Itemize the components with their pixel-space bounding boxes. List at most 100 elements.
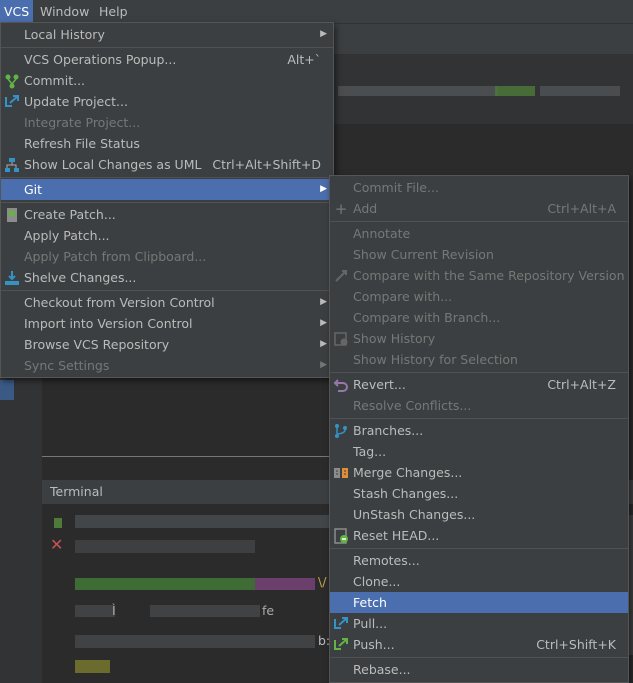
menu-item-compare-with[interactable]: Compare with... (330, 286, 628, 307)
terminal-fragment: \/ (318, 574, 327, 589)
add-icon: + (334, 200, 348, 218)
close-icon[interactable]: ✕ (50, 535, 63, 554)
menu-item-pull[interactable]: Pull... (330, 613, 628, 634)
menu-item-push[interactable]: Push... Ctrl+Shift+K (330, 634, 628, 655)
menu-item-reset-head[interactable]: Reset HEAD... (330, 525, 628, 546)
menu-bar: VCS Window Help (0, 0, 633, 24)
menu-item-label: Branches... (353, 423, 424, 438)
menu-item-label: Compare with the Same Repository Version (353, 268, 625, 283)
menu-item-apply-patch[interactable]: Apply Patch... (1, 225, 333, 246)
terminal-title: Terminal (50, 484, 103, 499)
menu-item-tag[interactable]: Tag... (330, 441, 628, 462)
menu-item-rebase[interactable]: Rebase... (330, 659, 628, 680)
menu-item-import[interactable]: Import into Version Control ▶ (1, 313, 333, 334)
menu-item-label: Integrate Project... (24, 115, 141, 130)
separator (1, 177, 333, 178)
menu-item-label: Browse VCS Repository (24, 337, 170, 352)
menu-item-branches[interactable]: Branches... (330, 420, 628, 441)
blurred-text (75, 605, 115, 617)
run-icon[interactable] (54, 518, 62, 528)
menu-item-label: Rebase... (353, 662, 411, 677)
menu-item-show-current-revision[interactable]: Show Current Revision (330, 244, 628, 265)
menu-item-clone[interactable]: Clone... (330, 571, 628, 592)
menu-item-revert[interactable]: Revert... Ctrl+Alt+Z (330, 374, 628, 395)
blurred-text (75, 578, 255, 590)
menu-item-local-history[interactable]: Local History ▶ (1, 24, 333, 45)
blurred-text (75, 540, 255, 553)
menu-item-checkout[interactable]: Checkout from Version Control ▶ (1, 292, 333, 313)
menu-item-label: Tag... (353, 444, 387, 459)
menu-vcs[interactable]: VCS (0, 0, 34, 23)
menu-item-unstash-changes[interactable]: UnStash Changes... (330, 504, 628, 525)
menu-item-label: Show Local Changes as UML (24, 157, 202, 172)
menu-item-label: Pull... (353, 616, 388, 631)
menu-item-label: Update Project... (24, 94, 128, 109)
submenu-arrow-icon: ▶ (320, 339, 327, 349)
submenu-arrow-icon: ▶ (320, 360, 327, 370)
menu-item-apply-patch-clipboard[interactable]: Apply Patch from Clipboard... (1, 246, 333, 267)
menu-item-show-history[interactable]: Show History (330, 328, 628, 349)
menu-item-update-project[interactable]: Update Project... (1, 91, 333, 112)
divider (42, 456, 330, 457)
menu-item-add[interactable]: + Add Ctrl+Alt+A (330, 198, 628, 219)
update-icon (5, 95, 19, 107)
menu-item-git[interactable]: Git ▶ (1, 179, 333, 200)
toolbar-strip (330, 24, 633, 54)
blurred-text (75, 635, 315, 648)
menu-item-commit-file[interactable]: Commit File... (330, 177, 628, 198)
menu-item-show-local-changes-uml[interactable]: Show Local Changes as UML Ctrl+Alt+Shift… (1, 154, 333, 175)
menu-item-vcs-operations-popup[interactable]: VCS Operations Popup... Alt+` (1, 49, 333, 70)
shortcut: Ctrl+Shift+K (536, 637, 616, 652)
left-gutter (0, 376, 42, 683)
menu-item-label: Git (24, 182, 43, 197)
separator (330, 657, 628, 658)
menu-item-label: Revert... (353, 377, 406, 392)
menu-item-label: Apply Patch from Clipboard... (24, 249, 207, 264)
menu-item-label: Refresh File Status (24, 136, 140, 151)
blurred-text (255, 578, 315, 590)
menu-item-label: Resolve Conflicts... (353, 398, 472, 413)
menu-item-label: UnStash Changes... (353, 507, 476, 522)
menu-item-annotate[interactable]: Annotate (330, 223, 628, 244)
separator (1, 202, 333, 203)
menu-item-label: Stash Changes... (353, 486, 459, 501)
blurred-text (150, 605, 260, 617)
menu-item-label: Create Patch... (24, 207, 116, 222)
menu-item-browse-repo[interactable]: Browse VCS Repository ▶ (1, 334, 333, 355)
menu-item-label: VCS Operations Popup... (24, 52, 177, 67)
menu-item-label: Clone... (353, 574, 401, 589)
menu-item-commit[interactable]: Commit... (1, 70, 333, 91)
menu-item-refresh-file-status[interactable]: Refresh File Status (1, 133, 333, 154)
menu-item-label: Compare with... (353, 289, 453, 304)
menu-item-resolve-conflicts[interactable]: Resolve Conflicts... (330, 395, 628, 416)
menu-item-compare-branch[interactable]: Compare with Branch... (330, 307, 628, 328)
menu-item-remotes[interactable]: Remotes... (330, 550, 628, 571)
menu-item-show-history-selection[interactable]: Show History for Selection (330, 349, 628, 370)
menu-item-fetch[interactable]: Fetch (330, 592, 628, 613)
push-icon (334, 638, 348, 650)
gutter-marker (0, 380, 14, 400)
menu-item-label: Commit... (24, 73, 86, 88)
menu-item-shelve-changes[interactable]: Shelve Changes... (1, 267, 333, 288)
reset-icon (334, 528, 348, 544)
menu-item-stash-changes[interactable]: Stash Changes... (330, 483, 628, 504)
menu-item-label: Push... (353, 637, 395, 652)
menu-item-label: Annotate (353, 226, 411, 241)
menu-help[interactable]: Help (95, 0, 132, 23)
submenu-arrow-icon: ▶ (320, 29, 327, 39)
menu-item-label: Import into Version Control (24, 316, 193, 331)
menu-item-create-patch[interactable]: Create Patch... (1, 204, 333, 225)
menu-item-merge-changes[interactable]: Merge Changes... (330, 462, 628, 483)
menu-window[interactable]: Window (36, 0, 93, 23)
patch-icon (7, 208, 17, 222)
separator (1, 290, 333, 291)
terminal-fragment: Ì (112, 603, 116, 618)
menu-item-sync-settings[interactable]: Sync Settings ▶ (1, 355, 333, 376)
branch-icon (335, 424, 347, 438)
menu-item-compare-same-repo[interactable]: Compare with the Same Repository Version (330, 265, 628, 286)
commit-icon (5, 74, 19, 89)
menu-item-integrate-project[interactable]: Integrate Project... (1, 112, 333, 133)
history-icon (334, 332, 348, 346)
compare-icon (335, 270, 347, 282)
separator (330, 418, 628, 419)
